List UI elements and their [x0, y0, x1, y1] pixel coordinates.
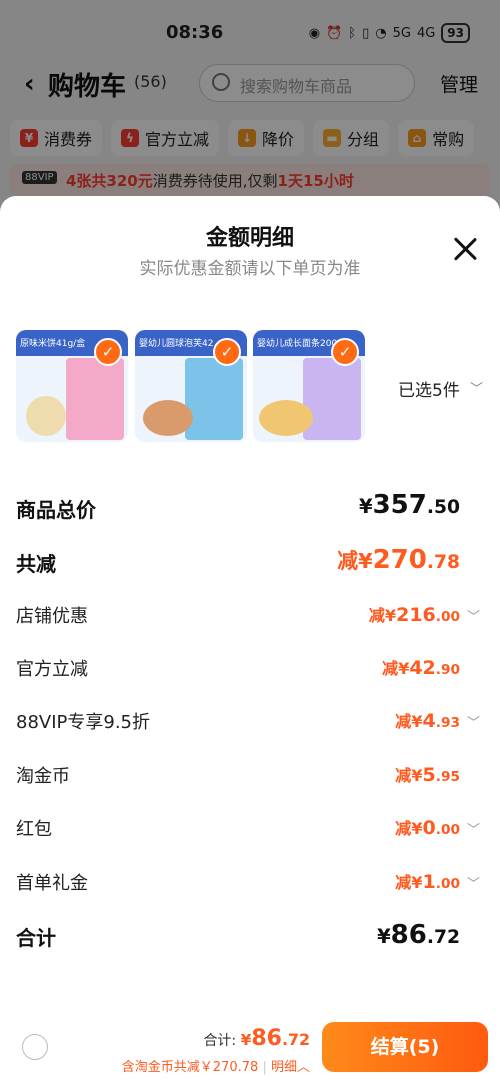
value-prefix: 减¥	[395, 873, 423, 892]
sheet-title: 金额明细	[205, 226, 294, 251]
total-int: 86	[251, 1026, 282, 1051]
value-dec: .95	[435, 769, 460, 785]
detail-link[interactable]: 明细︿	[271, 1060, 310, 1075]
total-label: 合计:	[203, 1033, 237, 1049]
row-value: 减¥216.00	[369, 602, 460, 626]
row-label: 红包	[16, 819, 52, 840]
check-icon[interactable]: ✓	[94, 338, 122, 366]
value-prefix: ¥	[377, 925, 391, 948]
chevron-down-icon[interactable]: ﹀	[470, 378, 483, 397]
product-food-image	[26, 396, 66, 436]
row-red-packet[interactable]: 红包 减¥0.00 ﹀	[0, 813, 500, 853]
row-label: 店铺优惠	[16, 606, 88, 627]
row-label: 商品总价	[16, 498, 96, 522]
value-dec: .78	[426, 552, 460, 573]
row-grand-total: 合计 ¥86.72	[0, 918, 500, 958]
check-icon[interactable]: ✓	[213, 338, 241, 366]
total-prefix: ¥	[240, 1031, 252, 1049]
checkout-total: 合计: ¥86.72	[203, 1026, 310, 1051]
value-int: 4	[422, 710, 436, 732]
chevron-down-icon[interactable]: ﹀	[467, 819, 480, 838]
value-dec: .93	[435, 715, 460, 731]
row-value: ¥86.72	[377, 920, 460, 950]
value-prefix: 减¥	[395, 766, 423, 785]
value-int: 216	[396, 604, 436, 626]
product-package	[66, 358, 124, 440]
row-value: 减¥0.00	[395, 815, 460, 839]
chevron-up-icon: ︿	[296, 1060, 310, 1075]
row-label: 淘金币	[16, 766, 70, 787]
close-icon[interactable]	[450, 234, 480, 264]
value-int: 0	[422, 817, 436, 839]
value-int: 357	[372, 490, 427, 520]
chevron-down-icon[interactable]: ﹀	[467, 606, 480, 625]
savings-text: 含淘金币共减￥270.78	[121, 1060, 259, 1075]
check-icon[interactable]: ✓	[331, 338, 359, 366]
value-dec: .90	[435, 662, 460, 678]
row-label: 合计	[16, 926, 56, 950]
sheet-subtitle: 实际优惠金额请以下单页为准	[139, 259, 361, 279]
value-dec: .00	[435, 609, 460, 625]
row-first-order-gift[interactable]: 首单礼金 减¥1.00 ﹀	[0, 867, 500, 907]
value-prefix: ¥	[359, 495, 373, 518]
product-thumbnail[interactable]: 婴幼儿成长面条200g ✓	[253, 330, 365, 442]
row-label: 首单礼金	[16, 873, 88, 894]
row-88vip-discount[interactable]: 88VIP专享9.5折 减¥4.93 ﹀	[0, 706, 500, 746]
value-dec: .72	[426, 927, 460, 948]
product-thumbnail[interactable]: 原味米饼41g/盒 ✓	[16, 330, 128, 442]
value-int: 42	[409, 657, 436, 679]
selected-count[interactable]: 已选5件	[398, 376, 460, 401]
row-label: 共减	[16, 552, 56, 576]
row-product-total: 商品总价 ¥357.50	[0, 490, 500, 530]
row-value: 减¥1.00	[395, 869, 460, 893]
amount-detail-sheet: 金额明细 实际优惠金额请以下单页为准 原味米饼41g/盒 ✓ 婴幼儿圆球泡芙42…	[0, 196, 500, 1085]
product-food-image	[143, 400, 193, 436]
row-value: 减¥42.90	[382, 655, 460, 679]
value-int: 86	[390, 920, 427, 950]
product-food-image	[259, 400, 313, 436]
row-label: 88VIP专享9.5折	[16, 712, 151, 733]
row-value: 减¥270.78	[337, 544, 460, 575]
value-int: 5	[422, 764, 436, 786]
value-prefix: 减¥	[368, 606, 397, 625]
checkout-bar: 合计: ¥86.72 含淘金币共减￥270.78 | 明细︿ 结算(5)	[0, 1010, 500, 1085]
select-all-checkbox[interactable]	[22, 1034, 48, 1060]
value-prefix: 减¥	[395, 712, 423, 731]
row-value: ¥357.50	[359, 490, 460, 520]
total-amount: ¥86.72	[241, 1026, 310, 1051]
row-store-discount[interactable]: 店铺优惠 减¥216.00 ﹀	[0, 600, 500, 640]
chevron-down-icon[interactable]: ﹀	[467, 712, 480, 731]
value-dec: .50	[426, 497, 460, 518]
value-int: 270	[372, 545, 427, 575]
value-prefix: 减¥	[395, 819, 423, 838]
savings-summary: 含淘金币共减￥270.78 | 明细︿	[122, 1056, 310, 1075]
product-package	[185, 358, 243, 440]
value-prefix: 减¥	[337, 549, 373, 573]
row-value: 减¥5.95	[395, 762, 460, 786]
value-int: 1	[422, 871, 436, 893]
row-official-discount: 官方立减 减¥42.90	[0, 653, 500, 693]
product-package	[303, 358, 361, 440]
total-dec: .72	[281, 1030, 310, 1049]
value-dec: .00	[435, 822, 460, 838]
product-thumbnail[interactable]: 婴幼儿圆球泡芙42 ✓	[135, 330, 247, 442]
detail-label: 明细	[270, 1060, 297, 1075]
value-prefix: 减¥	[381, 659, 410, 678]
chevron-down-icon[interactable]: ﹀	[467, 873, 480, 892]
value-dec: .00	[435, 876, 460, 892]
row-total-reduction: 共减 减¥270.78	[0, 544, 500, 584]
checkout-button[interactable]: 结算(5)	[322, 1022, 488, 1072]
separator: |	[262, 1060, 267, 1075]
row-taojinbi: 淘金币 减¥5.95	[0, 760, 500, 800]
row-value: 减¥4.93	[395, 708, 460, 732]
row-label: 官方立减	[16, 659, 88, 680]
